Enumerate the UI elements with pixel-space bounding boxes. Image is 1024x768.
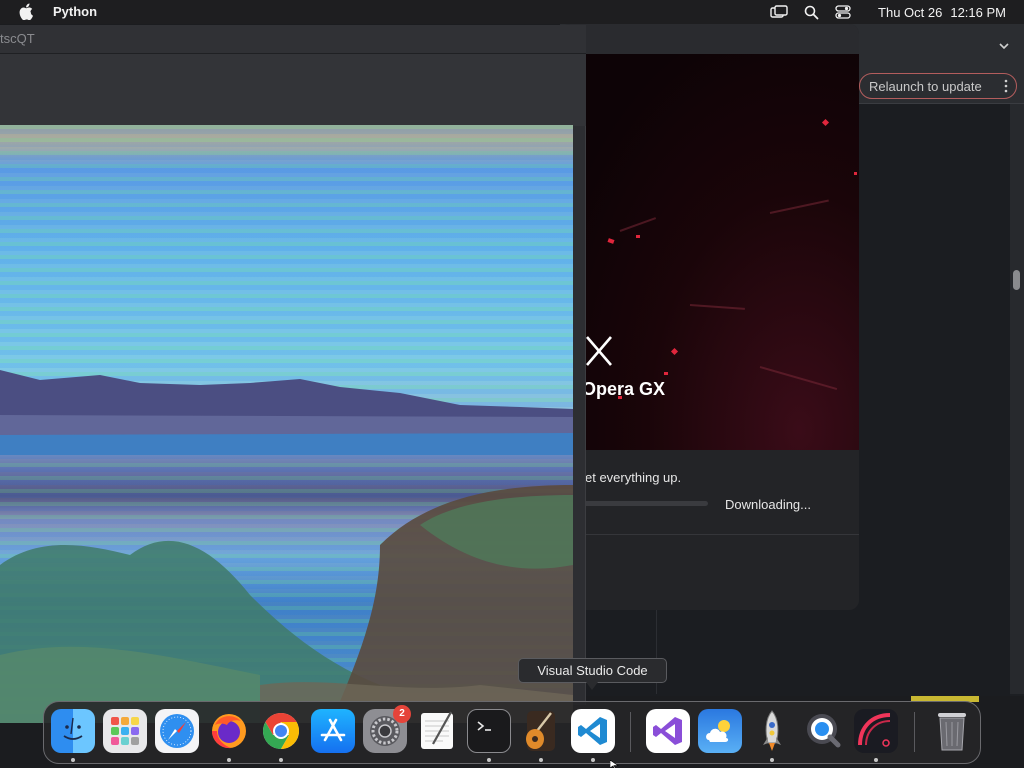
menu-bar: Python Thu Oct 26 12:16 PM bbox=[0, 0, 1024, 24]
spotlight-search-icon[interactable] bbox=[802, 3, 820, 21]
menu-bar-date: Thu Oct 26 bbox=[878, 4, 943, 20]
streak-decoration bbox=[759, 366, 838, 391]
opera-gx-logo-icon bbox=[586, 336, 612, 366]
installer-hero-banner: Opera GX bbox=[560, 54, 859, 450]
viewer-window-title: tscQT bbox=[0, 31, 35, 46]
video-viewer-window: tscQT bbox=[0, 25, 586, 723]
installer-progress-panel: et everything up. Downloading... bbox=[560, 450, 859, 610]
visual-studio-icon[interactable] bbox=[646, 709, 690, 753]
running-indicator bbox=[279, 758, 283, 762]
spark-decoration bbox=[636, 235, 640, 238]
installer-divider bbox=[560, 534, 859, 535]
firefox-icon[interactable] bbox=[207, 709, 251, 753]
textedit-icon[interactable] bbox=[415, 709, 459, 753]
streak-decoration bbox=[689, 304, 745, 310]
foliage-landscape bbox=[0, 485, 573, 723]
terminal-icon[interactable] bbox=[467, 709, 511, 753]
opera-installer-window: Opera GX et everything up. Downloading..… bbox=[560, 24, 859, 610]
spark-decoration bbox=[664, 372, 668, 375]
notification-badge: 2 bbox=[393, 705, 411, 723]
menu-bar-status-area: Thu Oct 26 12:16 PM bbox=[770, 3, 1006, 21]
python-launcher-icon[interactable] bbox=[750, 709, 794, 753]
chrome-icon[interactable] bbox=[259, 709, 303, 753]
relaunch-to-update-button[interactable]: Relaunch to update bbox=[859, 73, 1017, 99]
viewer-toolbar bbox=[0, 54, 586, 126]
running-indicator bbox=[770, 758, 774, 762]
relaunch-label: Relaunch to update bbox=[869, 79, 982, 94]
desktop: Python Thu Oct 26 12:16 PM Relaunch to up… bbox=[0, 0, 1024, 768]
running-indicator bbox=[487, 758, 491, 762]
spark-decoration bbox=[854, 172, 857, 175]
viewer-title-bar[interactable]: tscQT bbox=[0, 25, 586, 54]
apple-menu-icon[interactable] bbox=[19, 3, 33, 20]
screen-mirroring-icon[interactable] bbox=[770, 3, 788, 21]
vscode-icon[interactable] bbox=[571, 709, 615, 753]
streak-decoration bbox=[769, 199, 829, 214]
dock-tooltip: Visual Studio Code bbox=[518, 658, 667, 683]
spark-decoration bbox=[821, 118, 830, 127]
running-indicator bbox=[227, 758, 231, 762]
video-frame-image bbox=[0, 125, 573, 723]
spark-decoration bbox=[670, 347, 679, 356]
installer-status: Downloading... bbox=[725, 497, 811, 512]
mouse-cursor-icon bbox=[610, 760, 619, 768]
dock: 2 bbox=[43, 701, 981, 764]
control-center-icon[interactable] bbox=[834, 3, 852, 21]
weather-icon[interactable] bbox=[698, 709, 742, 753]
running-indicator bbox=[874, 758, 878, 762]
safari-icon[interactable] bbox=[155, 709, 199, 753]
opera-gx-installer-icon[interactable] bbox=[854, 709, 898, 753]
opera-gx-brand-name: Opera GX bbox=[582, 379, 666, 399]
installer-message: et everything up. bbox=[585, 470, 682, 485]
quicktime-icon[interactable] bbox=[802, 709, 846, 753]
tooltip-arrow bbox=[586, 682, 598, 690]
mountain-landscape bbox=[0, 370, 573, 455]
running-indicator bbox=[539, 758, 543, 762]
browser-scroll-thumb[interactable] bbox=[1013, 270, 1020, 290]
spark-decoration bbox=[607, 238, 615, 244]
app-store-icon[interactable] bbox=[311, 709, 355, 753]
menu-bar-time: 12:16 PM bbox=[950, 4, 1006, 20]
trash-icon[interactable] bbox=[930, 709, 974, 753]
streak-decoration bbox=[619, 217, 657, 232]
browser-scrollbar[interactable] bbox=[1010, 104, 1024, 694]
active-app-name[interactable]: Python bbox=[53, 4, 97, 19]
running-indicator bbox=[591, 758, 595, 762]
launchpad-icon[interactable] bbox=[103, 709, 147, 753]
menu-bar-clock[interactable]: Thu Oct 26 12:16 PM bbox=[870, 5, 1006, 20]
more-vertical-icon[interactable] bbox=[1004, 79, 1008, 93]
tab-search-chevron-icon[interactable] bbox=[998, 40, 1010, 52]
finder-icon[interactable] bbox=[51, 709, 95, 753]
system-settings-icon[interactable]: 2 bbox=[363, 705, 411, 753]
dock-separator bbox=[914, 712, 915, 752]
running-indicator bbox=[71, 758, 75, 762]
installer-title-bar bbox=[560, 24, 859, 54]
dock-separator bbox=[630, 712, 631, 752]
garageband-icon[interactable] bbox=[519, 709, 563, 753]
